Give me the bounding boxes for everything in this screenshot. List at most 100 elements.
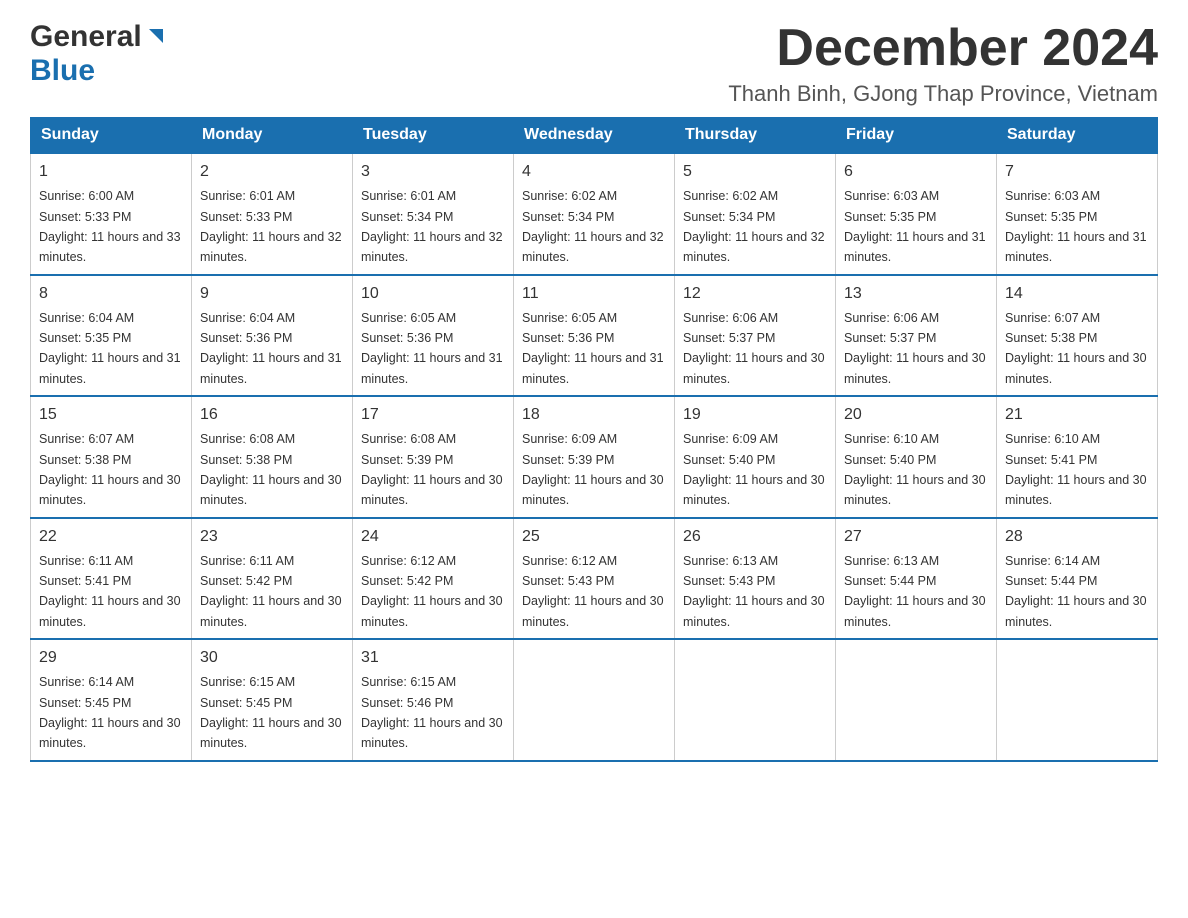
calendar-day-27: 27 Sunrise: 6:13 AMSunset: 5:44 PMDaylig…: [836, 518, 997, 640]
col-saturday: Saturday: [997, 118, 1158, 154]
day-number: 3: [361, 160, 505, 184]
day-number: 17: [361, 403, 505, 427]
day-info: Sunrise: 6:04 AMSunset: 5:35 PMDaylight:…: [39, 311, 181, 386]
day-number: 27: [844, 525, 988, 549]
day-number: 14: [1005, 282, 1149, 306]
logo-blue-text: Blue: [30, 54, 95, 87]
location-title: Thanh Binh, GJong Thap Province, Vietnam: [728, 81, 1158, 107]
day-info: Sunrise: 6:07 AMSunset: 5:38 PMDaylight:…: [1005, 311, 1147, 386]
calendar-week-1: 1 Sunrise: 6:00 AMSunset: 5:33 PMDayligh…: [31, 153, 1158, 275]
calendar-table: Sunday Monday Tuesday Wednesday Thursday…: [30, 117, 1158, 762]
day-info: Sunrise: 6:15 AMSunset: 5:46 PMDaylight:…: [361, 675, 503, 750]
day-info: Sunrise: 6:10 AMSunset: 5:40 PMDaylight:…: [844, 432, 986, 507]
day-number: 2: [200, 160, 344, 184]
calendar-day-1: 1 Sunrise: 6:00 AMSunset: 5:33 PMDayligh…: [31, 153, 192, 275]
day-info: Sunrise: 6:06 AMSunset: 5:37 PMDaylight:…: [844, 311, 986, 386]
day-info: Sunrise: 6:08 AMSunset: 5:39 PMDaylight:…: [361, 432, 503, 507]
calendar-day-empty: [997, 639, 1158, 761]
calendar-day-25: 25 Sunrise: 6:12 AMSunset: 5:43 PMDaylig…: [514, 518, 675, 640]
day-info: Sunrise: 6:01 AMSunset: 5:33 PMDaylight:…: [200, 189, 342, 264]
day-info: Sunrise: 6:03 AMSunset: 5:35 PMDaylight:…: [844, 189, 986, 264]
day-number: 19: [683, 403, 827, 427]
day-number: 12: [683, 282, 827, 306]
day-info: Sunrise: 6:01 AMSunset: 5:34 PMDaylight:…: [361, 189, 503, 264]
day-info: Sunrise: 6:14 AMSunset: 5:44 PMDaylight:…: [1005, 554, 1147, 629]
calendar-day-11: 11 Sunrise: 6:05 AMSunset: 5:36 PMDaylig…: [514, 275, 675, 397]
calendar-day-14: 14 Sunrise: 6:07 AMSunset: 5:38 PMDaylig…: [997, 275, 1158, 397]
calendar-day-17: 17 Sunrise: 6:08 AMSunset: 5:39 PMDaylig…: [353, 396, 514, 518]
day-number: 5: [683, 160, 827, 184]
day-info: Sunrise: 6:10 AMSunset: 5:41 PMDaylight:…: [1005, 432, 1147, 507]
day-number: 8: [39, 282, 183, 306]
day-info: Sunrise: 6:12 AMSunset: 5:43 PMDaylight:…: [522, 554, 664, 629]
day-info: Sunrise: 6:09 AMSunset: 5:40 PMDaylight:…: [683, 432, 825, 507]
day-info: Sunrise: 6:13 AMSunset: 5:43 PMDaylight:…: [683, 554, 825, 629]
calendar-day-28: 28 Sunrise: 6:14 AMSunset: 5:44 PMDaylig…: [997, 518, 1158, 640]
calendar-day-empty: [675, 639, 836, 761]
calendar-day-21: 21 Sunrise: 6:10 AMSunset: 5:41 PMDaylig…: [997, 396, 1158, 518]
calendar-day-3: 3 Sunrise: 6:01 AMSunset: 5:34 PMDayligh…: [353, 153, 514, 275]
calendar-day-10: 10 Sunrise: 6:05 AMSunset: 5:36 PMDaylig…: [353, 275, 514, 397]
calendar-day-8: 8 Sunrise: 6:04 AMSunset: 5:35 PMDayligh…: [31, 275, 192, 397]
calendar-day-30: 30 Sunrise: 6:15 AMSunset: 5:45 PMDaylig…: [192, 639, 353, 761]
day-number: 28: [1005, 525, 1149, 549]
day-info: Sunrise: 6:03 AMSunset: 5:35 PMDaylight:…: [1005, 189, 1147, 264]
calendar-week-4: 22 Sunrise: 6:11 AMSunset: 5:41 PMDaylig…: [31, 518, 1158, 640]
day-number: 31: [361, 646, 505, 670]
calendar-day-18: 18 Sunrise: 6:09 AMSunset: 5:39 PMDaylig…: [514, 396, 675, 518]
day-number: 10: [361, 282, 505, 306]
col-friday: Friday: [836, 118, 997, 154]
calendar-day-13: 13 Sunrise: 6:06 AMSunset: 5:37 PMDaylig…: [836, 275, 997, 397]
col-tuesday: Tuesday: [353, 118, 514, 154]
day-number: 20: [844, 403, 988, 427]
calendar-day-15: 15 Sunrise: 6:07 AMSunset: 5:38 PMDaylig…: [31, 396, 192, 518]
day-number: 4: [522, 160, 666, 184]
day-info: Sunrise: 6:12 AMSunset: 5:42 PMDaylight:…: [361, 554, 503, 629]
day-number: 30: [200, 646, 344, 670]
day-number: 21: [1005, 403, 1149, 427]
calendar-day-22: 22 Sunrise: 6:11 AMSunset: 5:41 PMDaylig…: [31, 518, 192, 640]
calendar-day-20: 20 Sunrise: 6:10 AMSunset: 5:40 PMDaylig…: [836, 396, 997, 518]
day-info: Sunrise: 6:14 AMSunset: 5:45 PMDaylight:…: [39, 675, 181, 750]
day-number: 26: [683, 525, 827, 549]
day-number: 11: [522, 282, 666, 306]
day-info: Sunrise: 6:02 AMSunset: 5:34 PMDaylight:…: [522, 189, 664, 264]
day-info: Sunrise: 6:04 AMSunset: 5:36 PMDaylight:…: [200, 311, 342, 386]
day-number: 18: [522, 403, 666, 427]
day-info: Sunrise: 6:06 AMSunset: 5:37 PMDaylight:…: [683, 311, 825, 386]
day-number: 9: [200, 282, 344, 306]
calendar-day-23: 23 Sunrise: 6:11 AMSunset: 5:42 PMDaylig…: [192, 518, 353, 640]
title-block: December 2024 Thanh Binh, GJong Thap Pro…: [728, 20, 1158, 107]
day-number: 6: [844, 160, 988, 184]
calendar-week-2: 8 Sunrise: 6:04 AMSunset: 5:35 PMDayligh…: [31, 275, 1158, 397]
day-number: 25: [522, 525, 666, 549]
calendar-day-19: 19 Sunrise: 6:09 AMSunset: 5:40 PMDaylig…: [675, 396, 836, 518]
day-number: 1: [39, 160, 183, 184]
day-number: 7: [1005, 160, 1149, 184]
calendar-day-4: 4 Sunrise: 6:02 AMSunset: 5:34 PMDayligh…: [514, 153, 675, 275]
col-sunday: Sunday: [31, 118, 192, 154]
day-number: 29: [39, 646, 183, 670]
col-thursday: Thursday: [675, 118, 836, 154]
day-number: 13: [844, 282, 988, 306]
day-info: Sunrise: 6:11 AMSunset: 5:42 PMDaylight:…: [200, 554, 342, 629]
day-info: Sunrise: 6:05 AMSunset: 5:36 PMDaylight:…: [522, 311, 664, 386]
day-info: Sunrise: 6:09 AMSunset: 5:39 PMDaylight:…: [522, 432, 664, 507]
day-info: Sunrise: 6:08 AMSunset: 5:38 PMDaylight:…: [200, 432, 342, 507]
calendar-day-16: 16 Sunrise: 6:08 AMSunset: 5:38 PMDaylig…: [192, 396, 353, 518]
calendar-day-31: 31 Sunrise: 6:15 AMSunset: 5:46 PMDaylig…: [353, 639, 514, 761]
calendar-day-2: 2 Sunrise: 6:01 AMSunset: 5:33 PMDayligh…: [192, 153, 353, 275]
day-info: Sunrise: 6:13 AMSunset: 5:44 PMDaylight:…: [844, 554, 986, 629]
calendar-week-5: 29 Sunrise: 6:14 AMSunset: 5:45 PMDaylig…: [31, 639, 1158, 761]
month-title: December 2024: [728, 20, 1158, 77]
calendar-day-29: 29 Sunrise: 6:14 AMSunset: 5:45 PMDaylig…: [31, 639, 192, 761]
calendar-header-row: Sunday Monday Tuesday Wednesday Thursday…: [31, 118, 1158, 154]
calendar-day-empty: [836, 639, 997, 761]
calendar-day-5: 5 Sunrise: 6:02 AMSunset: 5:34 PMDayligh…: [675, 153, 836, 275]
calendar-day-24: 24 Sunrise: 6:12 AMSunset: 5:42 PMDaylig…: [353, 518, 514, 640]
day-info: Sunrise: 6:02 AMSunset: 5:34 PMDaylight:…: [683, 189, 825, 264]
day-number: 22: [39, 525, 183, 549]
day-info: Sunrise: 6:05 AMSunset: 5:36 PMDaylight:…: [361, 311, 503, 386]
day-info: Sunrise: 6:15 AMSunset: 5:45 PMDaylight:…: [200, 675, 342, 750]
day-number: 15: [39, 403, 183, 427]
